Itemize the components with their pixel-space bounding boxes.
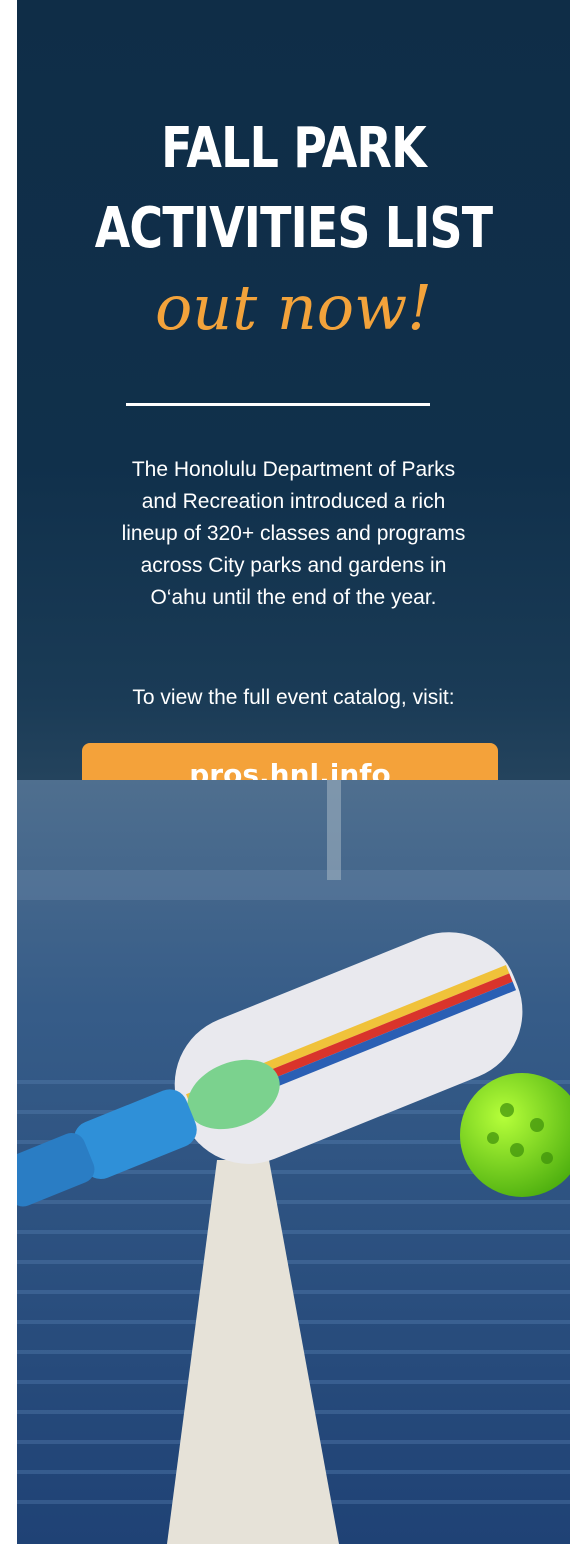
- description-line: The Honolulu Department of Parks: [131, 458, 456, 481]
- divider: [126, 403, 430, 406]
- promo-card: FALL PARK ACTIVITIES LIST out now! The H…: [17, 0, 570, 1544]
- headline-line-1: FALL PARK: [161, 116, 427, 181]
- description-line: across City parks and gardens in: [140, 554, 447, 577]
- cta-text: To view the full event catalog, visit:: [132, 686, 455, 709]
- description-line: and Recreation introduced a rich: [141, 490, 446, 513]
- pickleball-scene-image: [17, 780, 570, 1544]
- description: The Honolulu Department of Parks and Rec…: [72, 454, 515, 614]
- description-line: O‘ahu until the end of the year.: [150, 586, 437, 609]
- headline-script: out now!: [154, 271, 433, 344]
- headline-line-2: ACTIVITIES LIST: [94, 196, 493, 261]
- description-line: lineup of 320+ classes and programs: [121, 522, 466, 545]
